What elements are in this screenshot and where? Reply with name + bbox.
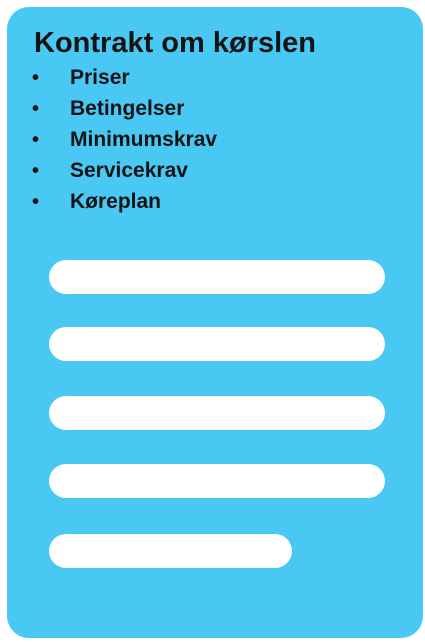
list-item-servicekrav: • Servicekrav — [32, 155, 217, 186]
placeholder-text-line — [49, 327, 385, 361]
list-item-label: Minimumskrav — [70, 128, 218, 151]
card-title: Kontrakt om kørslen — [34, 27, 316, 59]
list-item-priser: • Priser — [32, 62, 217, 93]
placeholder-text-line — [49, 396, 385, 430]
contract-card: Kontrakt om kørslen • Priser • Betingelser… — [7, 7, 423, 638]
list-item-minimumskrav: • Minimumskrav — [32, 124, 217, 155]
bullet-icon: • — [32, 129, 40, 151]
bullet-icon: • — [32, 191, 40, 213]
bullet-icon: • — [32, 160, 40, 182]
list-item-label: Priser — [70, 66, 130, 89]
list-item-label: Servicekrav — [70, 159, 188, 182]
placeholder-text-line — [49, 464, 385, 498]
bullet-icon: • — [32, 98, 40, 120]
contract-items-list: • Priser • Betingelser • Minimumskrav • Serv… — [32, 62, 217, 217]
list-item-label: Betingelser — [70, 97, 185, 120]
bullet-icon: • — [32, 67, 40, 89]
list-item-betingelser: • Betingelser — [32, 93, 217, 124]
list-item-label: Køreplan — [70, 190, 162, 213]
list-item-koereplan: • Køreplan — [32, 186, 217, 217]
placeholder-text-line-short — [49, 534, 292, 568]
placeholder-text-line — [49, 260, 385, 294]
